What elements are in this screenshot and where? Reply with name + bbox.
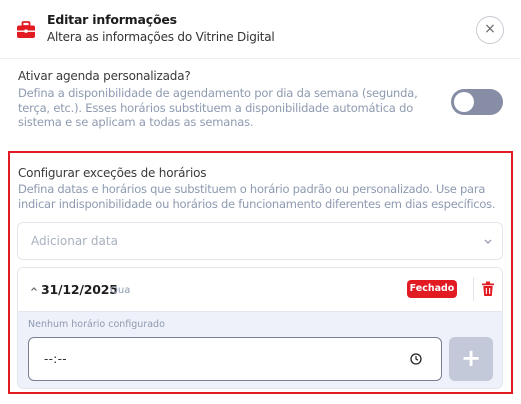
add-date-select[interactable]: Adicionar data: [17, 222, 503, 260]
chevron-up-icon[interactable]: [30, 285, 38, 293]
trash-icon[interactable]: [481, 281, 495, 297]
add-date-placeholder: Adicionar data: [31, 234, 118, 248]
time-value: --:--: [44, 352, 67, 366]
add-time-button[interactable]: +: [449, 337, 493, 381]
custom-schedule-toggle[interactable]: [451, 89, 503, 115]
status-badge: Fechado: [407, 280, 457, 298]
briefcase-icon: [17, 21, 35, 38]
toggle-knob: [454, 92, 474, 112]
empty-hours-label: Nenhum horário configurado: [28, 319, 165, 330]
modal-subtitle: Altera as informações do Vitrine Digital: [47, 30, 275, 44]
exception-card-header[interactable]: 31/12/2025 Qua Fechado: [18, 268, 502, 310]
modal-title: Editar informações: [47, 12, 177, 27]
close-button[interactable]: ×: [476, 16, 504, 44]
custom-schedule-label: Ativar agenda personalizada?: [18, 69, 191, 83]
header-divider: [0, 58, 521, 59]
exception-weekday: Qua: [110, 285, 131, 296]
custom-schedule-description: Defina a disponibilidade de agendamento …: [18, 86, 418, 129]
chevron-down-icon: [484, 239, 492, 244]
plus-icon: +: [460, 344, 482, 372]
exception-card-body: Nenhum horário configurado --:-- +: [18, 311, 502, 388]
close-icon: ×: [484, 21, 496, 37]
exceptions-label: Configurar exceções de horários: [18, 166, 207, 180]
exception-date: 31/12/2025: [41, 282, 118, 297]
modal-header: Editar informações Altera as informações…: [0, 0, 521, 58]
header-separator: [473, 277, 474, 301]
clock-icon[interactable]: [410, 353, 422, 365]
exception-card: 31/12/2025 Qua Fechado Nenhum horário co…: [17, 267, 503, 389]
exceptions-description: Defina datas e horários que substituem o…: [18, 182, 496, 211]
time-input[interactable]: --:--: [28, 337, 442, 381]
